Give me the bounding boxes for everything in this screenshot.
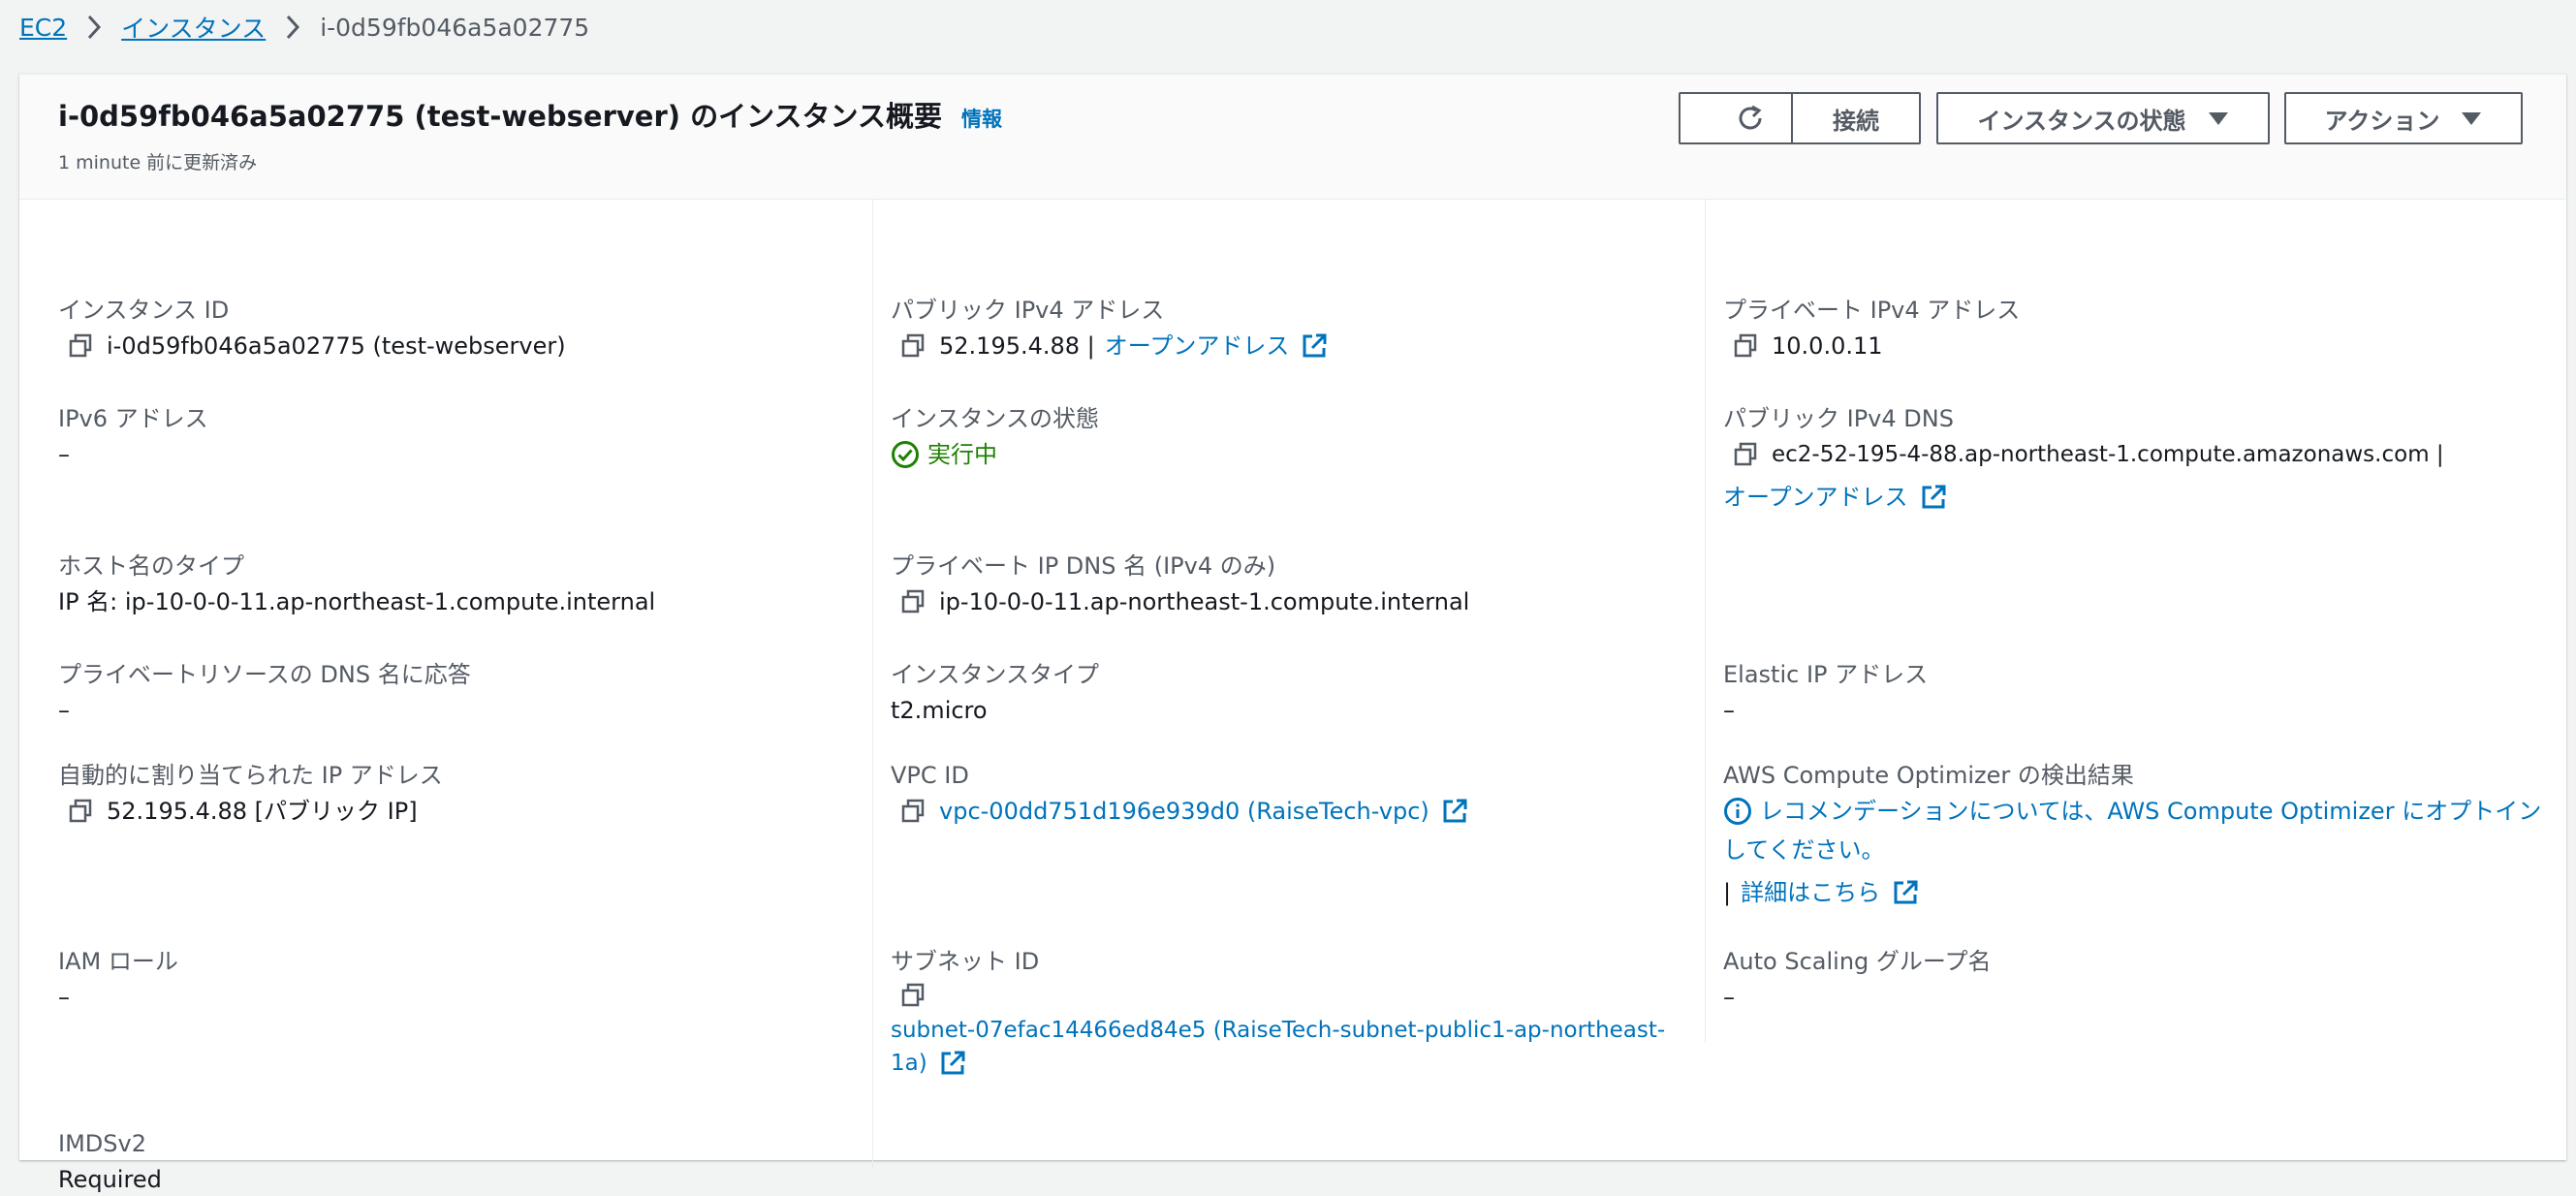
external-link-icon[interactable]	[1301, 332, 1328, 360]
field-label: 自動的に割り当てられた IP アドレス	[58, 762, 443, 789]
page-title: i-0d59fb046a5a02775 (test-webserver) のイン…	[58, 100, 942, 133]
instance-id-value: i-0d59fb046a5a02775 (test-webserver)	[107, 332, 566, 360]
field-label: パブリック IPv4 DNS	[1723, 405, 1954, 432]
field-iam-role: IAM ロール –	[58, 946, 178, 1014]
open-address-link[interactable]: オープンアドレス	[1723, 481, 1908, 514]
asg-value: –	[1723, 984, 1735, 1011]
chevron-right-icon	[86, 15, 102, 40]
field-elastic-ip: Elastic IP アドレス –	[1723, 659, 1928, 727]
info-circle-icon	[1723, 797, 1752, 826]
copy-icon[interactable]	[898, 797, 927, 826]
field-label: サブネット ID	[891, 948, 1040, 975]
copy-icon[interactable]	[898, 981, 927, 1010]
column-divider	[872, 200, 873, 1169]
breadcrumb-ec2[interactable]: EC2	[19, 14, 67, 42]
caret-down-icon	[2208, 110, 2229, 126]
learn-more-link[interactable]: 詳細はこちら	[1741, 876, 1880, 909]
panel-header: i-0d59fb046a5a02775 (test-webserver) のイン…	[19, 75, 2566, 200]
field-compute-optimizer: AWS Compute Optimizer の検出結果 レコメンデーションについ…	[1723, 760, 2547, 909]
ipv6-value: –	[58, 441, 70, 468]
copy-icon[interactable]	[1731, 440, 1760, 469]
open-address-link[interactable]: オープンアドレス	[1105, 330, 1290, 362]
instance-state-button[interactable]: インスタンスの状態	[1936, 92, 2270, 144]
instance-type-value: t2.micro	[891, 697, 988, 724]
field-private-resource-dns: プライベートリソースの DNS 名に応答 –	[58, 659, 471, 727]
field-label: プライベートリソースの DNS 名に応答	[58, 661, 471, 688]
field-private-dns: プライベート IP DNS 名 (IPv4 のみ) ip-10-0-0-11.a…	[891, 551, 1469, 618]
actions-button[interactable]: アクション	[2284, 92, 2523, 144]
field-label: IMDSv2	[58, 1130, 146, 1157]
field-ipv6: IPv6 アドレス –	[58, 403, 208, 471]
breadcrumb-instances[interactable]: インスタンス	[121, 10, 266, 45]
field-subnet-id: サブネット ID subnet-07efac14466ed84e5 (Raise…	[891, 946, 1685, 1080]
field-label: パブリック IPv4 アドレス	[891, 297, 1165, 324]
field-label: Elastic IP アドレス	[1723, 661, 1929, 688]
instance-state-label: インスタンスの状態	[1977, 107, 2186, 135]
copy-icon[interactable]	[1731, 331, 1760, 361]
field-label: インスタンス ID	[58, 297, 230, 324]
info-link[interactable]: 情報	[961, 104, 1002, 133]
optimizer-opt-in-link[interactable]: レコメンデーションについては、AWS Compute Optimizer にオプ…	[1760, 795, 2541, 828]
field-label: ホスト名のタイプ	[58, 552, 244, 580]
connect-label: 接続	[1833, 107, 1879, 135]
breadcrumb-current: i-0d59fb046a5a02775	[320, 13, 590, 42]
success-check-icon	[891, 440, 920, 469]
imdsv2-value: Required	[58, 1166, 162, 1193]
updated-timestamp: 1 minute 前に更新済み	[58, 152, 258, 173]
instance-state-value: 実行中	[927, 441, 997, 468]
field-label: IAM ロール	[58, 948, 178, 975]
private-resource-dns-value: –	[58, 697, 70, 724]
field-instance-id: インスタンス ID i-0d59fb046a5a02775 (test-webs…	[58, 295, 566, 362]
caret-down-icon	[2461, 110, 2482, 126]
optimizer-opt-in-link-cont[interactable]: してください。	[1723, 834, 1885, 866]
field-label: Auto Scaling グループ名	[1723, 948, 1992, 975]
field-public-ipv4: パブリック IPv4 アドレス 52.195.4.88 | オープンアドレス	[891, 295, 1328, 362]
separator: |	[1723, 879, 1732, 906]
field-label: インスタンスタイプ	[891, 661, 1100, 688]
field-instance-state: インスタンスの状態 実行中	[891, 403, 1099, 471]
field-vpc-id: VPC ID vpc-00dd751d196e939d0 (RaiseTech-…	[891, 760, 1468, 828]
field-label: IPv6 アドレス	[58, 405, 208, 432]
public-dns-value: ec2-52-195-4-88.ap-northeast-1.compute.a…	[1772, 442, 2444, 467]
private-ipv4-value: 10.0.0.11	[1772, 332, 1883, 360]
public-ipv4-value: 52.195.4.88 |	[939, 332, 1095, 360]
field-instance-type: インスタンスタイプ t2.micro	[891, 659, 1099, 727]
external-link-icon[interactable]	[1920, 484, 1947, 511]
field-asg: Auto Scaling グループ名 –	[1723, 946, 1991, 1014]
details-grid: インスタンス ID i-0d59fb046a5a02775 (test-webs…	[19, 200, 2566, 1193]
subnet-id-link-cont[interactable]: 1a)	[891, 1047, 927, 1080]
copy-icon[interactable]	[898, 587, 927, 616]
elastic-ip-value: –	[1723, 697, 1735, 724]
field-label: AWS Compute Optimizer の検出結果	[1723, 762, 2134, 789]
column-divider	[1705, 200, 1706, 1043]
external-link-icon[interactable]	[1441, 798, 1468, 825]
hostname-type-value: IP 名: ip-10-0-0-11.ap-northeast-1.comput…	[58, 588, 656, 615]
field-label: プライベート IPv4 アドレス	[1723, 297, 2021, 324]
subnet-id-link[interactable]: subnet-07efac14466ed84e5 (RaiseTech-subn…	[891, 1014, 1665, 1047]
chevron-right-icon	[285, 15, 300, 40]
field-label: VPC ID	[891, 762, 969, 789]
field-imdsv2: IMDSv2 Required	[58, 1128, 162, 1196]
private-dns-value: ip-10-0-0-11.ap-northeast-1.compute.inte…	[939, 588, 1470, 615]
instance-summary-panel: i-0d59fb046a5a02775 (test-webserver) のイン…	[19, 74, 2566, 1193]
field-private-ipv4: プライベート IPv4 アドレス 10.0.0.11	[1723, 295, 2020, 362]
vpc-id-link[interactable]: vpc-00dd751d196e939d0 (RaiseTech-vpc)	[939, 795, 1429, 828]
field-hostname-type: ホスト名のタイプ IP 名: ip-10-0-0-11.ap-northeast…	[58, 551, 655, 618]
copy-icon[interactable]	[66, 797, 95, 826]
field-auto-ip: 自動的に割り当てられた IP アドレス 52.195.4.88 [パブリック I…	[58, 760, 443, 828]
actions-label: アクション	[2324, 107, 2440, 135]
copy-icon[interactable]	[66, 331, 95, 361]
field-label: インスタンスの状態	[891, 405, 1100, 432]
field-label: プライベート IP DNS 名 (IPv4 のみ)	[891, 552, 1276, 580]
breadcrumb: EC2 インスタンス i-0d59fb046a5a02775	[19, 8, 589, 47]
refresh-icon	[1734, 102, 1767, 135]
external-link-icon[interactable]	[1892, 879, 1919, 906]
auto-ip-value: 52.195.4.88 [パブリック IP]	[107, 798, 418, 825]
connect-button[interactable]: 接続	[1791, 92, 1921, 144]
field-public-dns: パブリック IPv4 DNS ec2-52-195-4-88.ap-northe…	[1723, 403, 2444, 514]
external-link-icon[interactable]	[939, 1050, 966, 1077]
iam-role-value: –	[58, 984, 70, 1011]
copy-icon[interactable]	[898, 331, 927, 361]
